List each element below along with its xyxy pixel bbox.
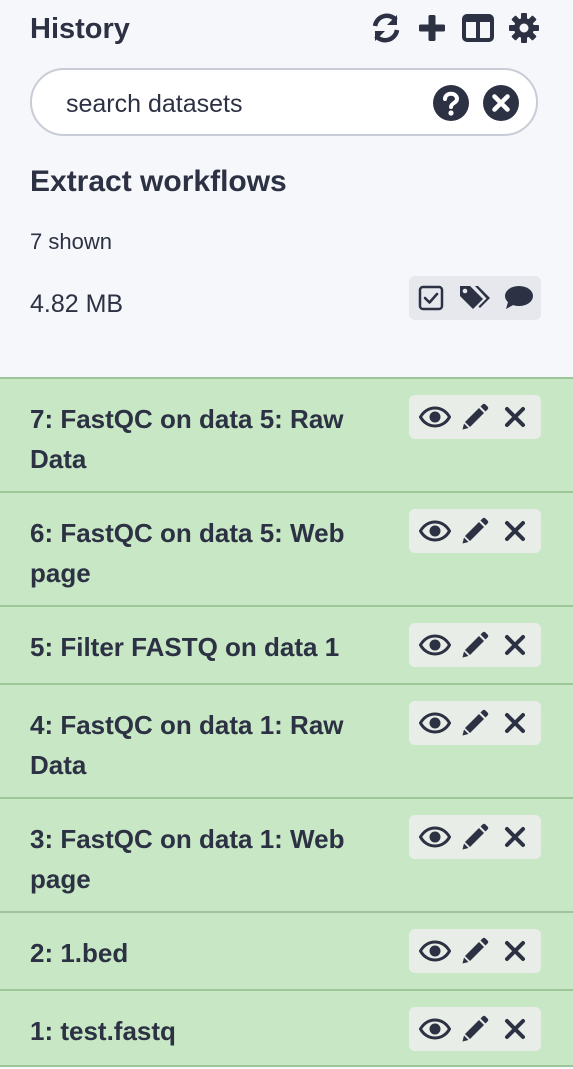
shown-count: 7 shown	[30, 229, 112, 254]
dataset-actions	[409, 929, 541, 973]
pencil-icon[interactable]	[457, 513, 493, 549]
dataset-title[interactable]: 1: test.fastq	[30, 1011, 400, 1051]
dataset-actions	[409, 815, 541, 859]
pencil-icon[interactable]	[457, 627, 493, 663]
columns-icon[interactable]	[461, 10, 495, 46]
dataset-item[interactable]: 6: FastQC on data 5: Web page	[0, 491, 573, 605]
times-icon[interactable]	[497, 399, 533, 435]
history-size: 4.82 MB	[30, 290, 124, 318]
pencil-icon[interactable]	[457, 933, 493, 969]
times-icon[interactable]	[497, 627, 533, 663]
pencil-icon[interactable]	[457, 399, 493, 435]
eye-icon[interactable]	[417, 705, 453, 741]
tags-icon[interactable]	[458, 281, 492, 315]
panel-title: History	[30, 13, 130, 45]
times-circle-icon[interactable]	[482, 84, 520, 122]
times-icon[interactable]	[497, 1011, 533, 1047]
dataset-list: 7: FastQC on data 5: Raw Data 6: FastQC …	[0, 377, 573, 1067]
dataset-actions	[409, 509, 541, 553]
dataset-item[interactable]: 2: 1.bed	[0, 911, 573, 989]
search-input[interactable]	[64, 86, 428, 122]
pencil-icon[interactable]	[457, 819, 493, 855]
eye-icon[interactable]	[417, 399, 453, 435]
dataset-actions	[409, 395, 541, 439]
dataset-actions	[409, 701, 541, 745]
times-icon[interactable]	[497, 513, 533, 549]
dataset-title[interactable]: 5: Filter FASTQ on data 1	[30, 627, 400, 667]
gear-icon[interactable]	[507, 10, 541, 46]
dataset-item[interactable]: 4: FastQC on data 1: Raw Data	[0, 683, 573, 797]
history-options	[369, 10, 541, 46]
dataset-title[interactable]: 3: FastQC on data 1: Web page	[30, 819, 400, 899]
check-square-icon[interactable]	[414, 281, 448, 315]
dataset-title[interactable]: 7: FastQC on data 5: Raw Data	[30, 399, 400, 479]
dataset-actions	[409, 1007, 541, 1051]
history-panel-header: History search datasets Extract workflow…	[0, 0, 573, 377]
pencil-icon[interactable]	[457, 705, 493, 741]
dataset-item[interactable]: 3: FastQC on data 1: Web page	[0, 797, 573, 911]
dataset-title[interactable]: 2: 1.bed	[30, 933, 400, 973]
times-icon[interactable]	[497, 933, 533, 969]
pencil-icon[interactable]	[457, 1011, 493, 1047]
dataset-item[interactable]: 1: test.fastq	[0, 989, 573, 1067]
search-box	[30, 68, 538, 136]
history-name[interactable]: Extract workflows	[30, 164, 287, 200]
eye-icon[interactable]	[417, 819, 453, 855]
eye-icon[interactable]	[417, 513, 453, 549]
dataset-item[interactable]: 7: FastQC on data 5: Raw Data	[0, 377, 573, 491]
times-icon[interactable]	[497, 819, 533, 855]
dataset-title[interactable]: 4: FastQC on data 1: Raw Data	[30, 705, 400, 785]
eye-icon[interactable]	[417, 933, 453, 969]
comment-icon[interactable]	[502, 281, 536, 315]
plus-icon[interactable]	[415, 10, 449, 46]
eye-icon[interactable]	[417, 1011, 453, 1047]
dataset-item[interactable]: 5: Filter FASTQ on data 1	[0, 605, 573, 683]
times-icon[interactable]	[497, 705, 533, 741]
history-tools	[409, 276, 541, 320]
dataset-actions	[409, 623, 541, 667]
eye-icon[interactable]	[417, 627, 453, 663]
question-circle-icon[interactable]	[432, 84, 470, 122]
refresh-icon[interactable]	[369, 10, 403, 46]
dataset-title[interactable]: 6: FastQC on data 5: Web page	[30, 513, 400, 593]
